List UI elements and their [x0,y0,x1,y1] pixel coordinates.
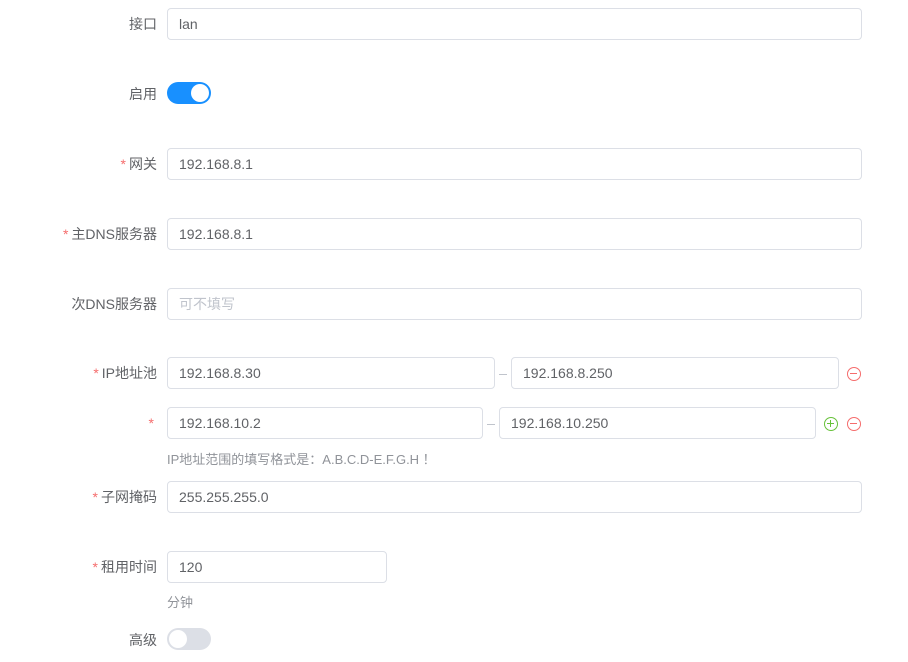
required-mark: * [93,365,99,381]
required-mark: * [62,226,69,242]
ip-pool-start-input-1[interactable]: 192.168.8.30 [167,357,495,389]
enable-label: 启用 [129,86,157,102]
advanced-label: 高级 [129,632,157,648]
ip-pool-row2-label: * [149,407,157,439]
subnet-mask-input[interactable]: 255.255.255.0 [167,481,862,513]
required-mark: * [92,489,98,505]
gateway-label: * 网关 [120,156,157,172]
ip-pool-start-input-2[interactable]: 192.168.10.2 [167,407,483,439]
required-mark: * [92,559,98,575]
interface-label: 接口 [129,16,157,32]
interface-input[interactable]: lan [167,8,862,40]
range-separator [499,374,507,375]
subnet-mask-label: * 子网掩码 [92,489,157,505]
primary-dns-input[interactable]: 192.168.8.1 [167,218,862,250]
minus-circle-icon[interactable] [847,367,861,381]
range-separator [487,424,495,425]
ip-pool-label: * IP地址池 [93,365,157,381]
enable-switch-knob [191,84,209,102]
gateway-input[interactable]: 192.168.8.1 [167,148,862,180]
advanced-switch-knob [169,630,187,648]
ip-pool-end-input-1[interactable]: 192.168.8.250 [511,357,839,389]
primary-dns-label: * 主DNS服务器 [62,226,157,242]
lease-time-unit: 分钟 [167,595,194,610]
enable-switch[interactable] [167,82,211,104]
plus-circle-icon[interactable] [824,417,838,431]
secondary-dns-input[interactable]: 可不填写 [167,288,862,320]
lease-time-label: * 租用时间 [92,559,157,575]
required-mark: * [120,156,126,172]
minus-circle-icon[interactable] [847,417,861,431]
advanced-switch[interactable] [167,628,211,650]
lease-time-input[interactable]: 120 [167,551,387,583]
secondary-dns-label: 次DNS服务器 [71,296,157,312]
ip-pool-hint: IP地址范围的填写格式是：A.B.C.D-E.F.G.H ！ [167,452,436,467]
required-mark: * [148,415,154,431]
ip-pool-end-input-2[interactable]: 192.168.10.250 [499,407,816,439]
